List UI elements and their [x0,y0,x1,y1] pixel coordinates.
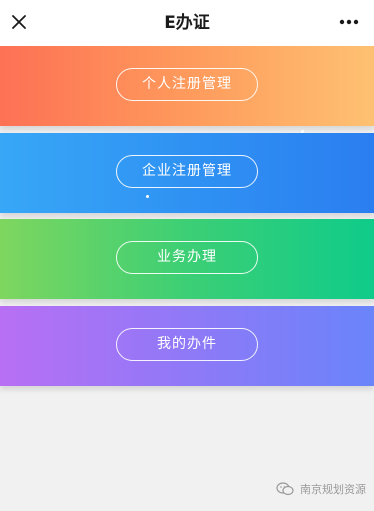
navigation-bar: E办证 [0,0,374,47]
sparkle-dot [301,130,304,133]
wechat-icon [276,482,294,496]
page-title: E办证 [164,13,210,33]
sparkle-dot [146,195,149,198]
watermark-text: 南京规划资源 [300,483,366,496]
banner-business-handling: 业务办理 [0,219,374,299]
my-cases-button[interactable]: 我的办件 [116,328,258,361]
banner-enterprise-registration: 企业注册管理 [0,130,374,213]
more-dots-icon [339,19,359,25]
personal-registration-button[interactable]: 个人注册管理 [116,68,258,101]
banner-my-cases: 我的办件 [0,306,374,386]
watermark: 南京规划资源 [276,481,366,497]
business-handling-button[interactable]: 业务办理 [116,241,258,274]
more-button[interactable] [334,9,364,35]
banner-personal-registration: 个人注册管理 [0,46,374,126]
enterprise-registration-button[interactable]: 企业注册管理 [116,155,258,188]
